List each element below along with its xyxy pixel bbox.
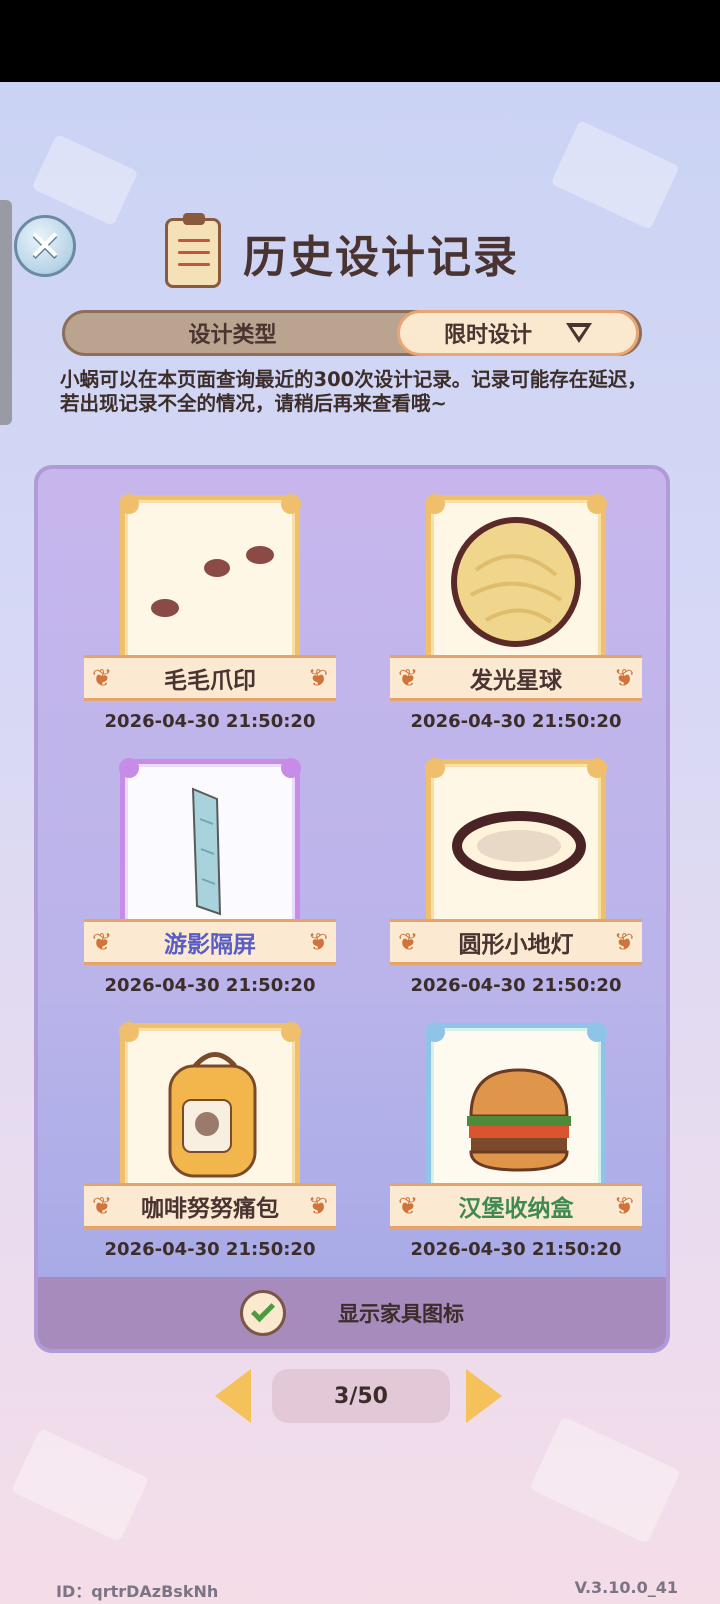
- side-drawer-handle[interactable]: [0, 200, 12, 425]
- record-name: 圆形小地灯: [390, 919, 642, 965]
- record-card[interactable]: 圆形小地灯 2026-04-30 21:50:20: [390, 758, 660, 1009]
- record-card[interactable]: 发光星球 2026-04-30 21:50:20: [390, 494, 660, 745]
- record-name: 汉堡收纳盒: [390, 1183, 642, 1229]
- record-date: 2026-04-30 21:50:20: [104, 975, 316, 996]
- item-frame: [119, 494, 301, 670]
- user-id: ID：qrtrDAzBskNh: [56, 1582, 219, 1601]
- status-bar: [0, 0, 720, 82]
- backpack-icon: [168, 1052, 257, 1178]
- record-name: 毛毛爪印: [84, 655, 336, 701]
- round-floor-lamp-icon: [452, 811, 586, 881]
- item-frame: [425, 758, 607, 934]
- background-decoration: [529, 1416, 681, 1544]
- record-card[interactable]: 汉堡收纳盒 2026-04-30 21:50:20: [390, 1022, 660, 1273]
- design-type-dropdown[interactable]: 限时设计: [397, 310, 639, 356]
- item-frame: [425, 494, 607, 670]
- record-date: 2026-04-30 21:50:20: [410, 975, 622, 996]
- arrow-right-icon[interactable]: [466, 1369, 502, 1423]
- glowing-planet-icon: [451, 517, 581, 647]
- record-date: 2026-04-30 21:50:20: [410, 1239, 622, 1260]
- clipboard-icon: [165, 212, 221, 288]
- chevron-down-icon: [566, 323, 592, 343]
- close-button[interactable]: ✕: [14, 215, 76, 277]
- record-date: 2026-04-30 21:50:20: [410, 711, 622, 732]
- item-frame: [119, 758, 301, 934]
- background-decoration: [31, 133, 139, 227]
- pagination: 3/50: [0, 1367, 720, 1423]
- record-name: 游影隔屏: [84, 919, 336, 965]
- record-card[interactable]: 毛毛爪印 2026-04-30 21:50:20: [84, 494, 354, 745]
- notice-text: 小蜗可以在本页面查询最近的300次设计记录。记录可能存在延迟，若出现记录不全的情…: [60, 368, 647, 415]
- record-name: 咖啡努努痛包: [84, 1183, 336, 1229]
- version-label: V.3.10.0_41: [574, 1578, 678, 1597]
- item-frame: [119, 1022, 301, 1198]
- checkbox-icon[interactable]: [240, 1290, 286, 1336]
- record-card[interactable]: 咖啡努努痛包 2026-04-30 21:50:20: [84, 1022, 354, 1273]
- show-icons-toggle[interactable]: 显示家具图标: [38, 1277, 666, 1349]
- paw-print-icon: [151, 546, 274, 617]
- background-decoration: [550, 120, 680, 230]
- design-type-filter: 设计类型 限时设计: [62, 310, 642, 356]
- page-indicator: 3/50: [272, 1369, 450, 1423]
- close-icon: ✕: [27, 221, 63, 270]
- record-card[interactable]: 游影隔屏 2026-04-30 21:50:20: [84, 758, 354, 1009]
- design-type-selected: 限时设计: [443, 323, 532, 348]
- page-title: 历史设计记录: [243, 231, 519, 283]
- folding-screen-icon: [191, 787, 222, 916]
- record-date: 2026-04-30 21:50:20: [104, 711, 316, 732]
- record-name: 发光星球: [390, 655, 642, 701]
- records-panel: 毛毛爪印 2026-04-30 21:50:20 发光星球 2026-04-30…: [34, 465, 670, 1353]
- item-frame: [425, 1022, 607, 1198]
- burger-box-icon: [467, 1068, 571, 1172]
- show-icons-label: 显示家具图标: [338, 1302, 464, 1326]
- record-date: 2026-04-30 21:50:20: [104, 1239, 316, 1260]
- design-type-label: 设计类型: [188, 323, 277, 348]
- title-area: 历史设计记录: [165, 212, 519, 290]
- arrow-left-icon[interactable]: [215, 1369, 251, 1423]
- background-decoration: [10, 1427, 150, 1543]
